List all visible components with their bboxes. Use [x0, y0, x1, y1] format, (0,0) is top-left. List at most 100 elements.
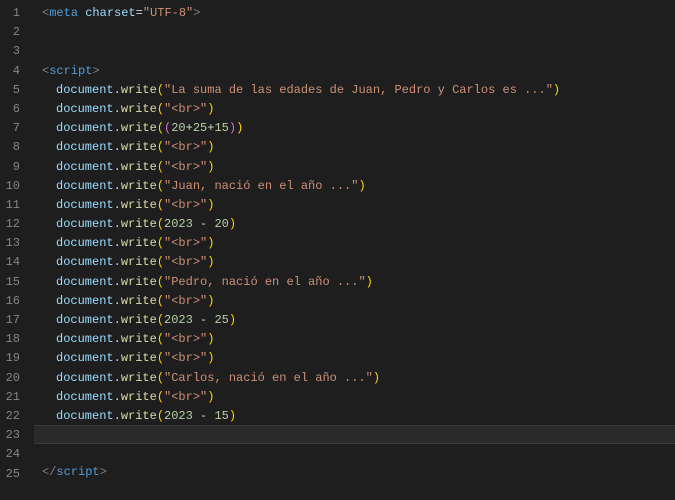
code-line[interactable] [34, 443, 675, 462]
code-line[interactable]: document.write("Juan, nació en el año ..… [34, 177, 675, 196]
token-paren: ) [207, 140, 214, 154]
token-num: 25 [214, 313, 228, 327]
token-tag: > [92, 64, 99, 78]
token-paren: ) [207, 294, 214, 308]
token-func: write [121, 390, 157, 404]
token-obj: document [56, 390, 114, 404]
token-punc: . [114, 390, 121, 404]
token-punc: . [114, 102, 121, 116]
code-line[interactable]: document.write("<br>") [34, 158, 675, 177]
token-str: "Juan, nació en el año ..." [164, 179, 358, 193]
line-number: 2 [0, 23, 20, 42]
token-func: write [121, 313, 157, 327]
code-line[interactable]: document.write("<br>") [34, 292, 675, 311]
token-attr: charset [85, 6, 135, 20]
token-str: "<br>" [164, 160, 207, 174]
code-line[interactable]: document.write(2023 - 20) [34, 215, 675, 234]
code-line[interactable]: document.write("<br>") [34, 100, 675, 119]
code-line[interactable]: <meta charset="UTF-8"> [34, 4, 675, 23]
code-line[interactable]: document.write(2023 - 25) [34, 311, 675, 330]
line-number: 8 [0, 138, 20, 157]
token-func: write [121, 255, 157, 269]
line-number: 18 [0, 330, 20, 349]
line-number: 19 [0, 349, 20, 368]
token-paren: ) [229, 313, 236, 327]
code-line[interactable]: document.write("<br>") [34, 349, 675, 368]
line-number: 20 [0, 369, 20, 388]
token-tag: > [100, 465, 107, 479]
token-elem: meta [49, 6, 78, 20]
token-num: 2023 [164, 313, 193, 327]
code-area[interactable]: <meta charset="UTF-8"><script>document.w… [34, 0, 675, 500]
line-number: 21 [0, 388, 20, 407]
token-punc: . [114, 255, 121, 269]
line-number: 15 [0, 273, 20, 292]
code-line[interactable]: document.write("<br>") [34, 138, 675, 157]
token-func: write [121, 217, 157, 231]
token-punc: . [114, 160, 121, 174]
token-str: "<br>" [164, 390, 207, 404]
line-number: 25 [0, 465, 20, 484]
token-obj: document [56, 332, 114, 346]
code-line[interactable] [34, 42, 675, 61]
code-line[interactable]: document.write("La suma de las edades de… [34, 81, 675, 100]
token-obj: document [56, 217, 114, 231]
line-number: 4 [0, 62, 20, 81]
code-line[interactable]: document.write("<br>") [34, 388, 675, 407]
token-obj: document [56, 255, 114, 269]
token-paren: ) [229, 409, 236, 423]
token-punc: = [136, 6, 143, 20]
token-func: write [121, 332, 157, 346]
code-line[interactable] [34, 425, 675, 444]
code-line[interactable]: document.write("<br>") [34, 196, 675, 215]
token-paren: ) [207, 255, 214, 269]
token-func: write [121, 83, 157, 97]
code-line[interactable]: document.write("Carlos, nació en el año … [34, 369, 675, 388]
token-paren: ( [157, 236, 164, 250]
token-num: 25 [193, 121, 207, 135]
token-op: - [193, 409, 215, 423]
code-line[interactable]: document.write(2023 - 15) [34, 407, 675, 426]
token-paren: ( [157, 102, 164, 116]
token-paren2: ) [229, 121, 236, 135]
line-number: 1 [0, 4, 20, 23]
code-line[interactable]: document.write("<br>") [34, 330, 675, 349]
token-paren: ) [236, 121, 243, 135]
token-func: write [121, 160, 157, 174]
token-obj: document [56, 198, 114, 212]
token-str: "UTF-8" [143, 6, 193, 20]
token-func: write [121, 409, 157, 423]
code-line[interactable] [34, 23, 675, 42]
token-str: "<br>" [164, 351, 207, 365]
code-line[interactable]: document.write("Pedro, nació en el año .… [34, 273, 675, 292]
token-func: write [121, 236, 157, 250]
token-num: 20 [171, 121, 185, 135]
line-number: 13 [0, 234, 20, 253]
token-paren: ( [157, 140, 164, 154]
token-paren: ( [157, 160, 164, 174]
token-num: 2023 [164, 409, 193, 423]
code-line[interactable]: document.write("<br>") [34, 234, 675, 253]
token-punc: . [114, 275, 121, 289]
token-obj: document [56, 351, 114, 365]
token-str: "<br>" [164, 102, 207, 116]
token-obj: document [56, 102, 114, 116]
token-paren: ( [157, 179, 164, 193]
token-paren: ( [157, 332, 164, 346]
token-paren: ( [157, 255, 164, 269]
token-obj: document [56, 294, 114, 308]
token-paren: ) [207, 390, 214, 404]
token-tag: </ [42, 465, 56, 479]
code-line[interactable]: document.write((20+25+15)) [34, 119, 675, 138]
token-str: "<br>" [164, 294, 207, 308]
code-editor[interactable]: 1234567891011121314151617181920212223242… [0, 0, 675, 500]
token-punc: . [114, 140, 121, 154]
line-number-gutter: 1234567891011121314151617181920212223242… [0, 0, 34, 500]
line-number: 23 [0, 426, 20, 445]
token-punc: . [114, 294, 121, 308]
code-line[interactable]: </script> [34, 463, 675, 482]
code-line[interactable]: <script> [34, 62, 675, 81]
token-obj: document [56, 275, 114, 289]
code-line[interactable]: document.write("<br>") [34, 253, 675, 272]
line-number: 3 [0, 42, 20, 61]
